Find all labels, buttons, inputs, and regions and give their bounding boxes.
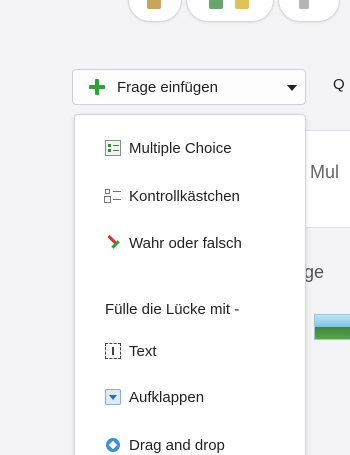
true-false-icon — [105, 235, 121, 251]
question-type-text: Mul — [310, 162, 340, 182]
question-toolbar: Frage einfügen Q — [0, 46, 350, 114]
menu-item-checkboxes[interactable]: Kontrollkästchen — [75, 179, 305, 213]
menu-item-label: Kontrollkästchen — [129, 187, 240, 205]
dropdown-icon — [105, 389, 121, 405]
checkbox-list-icon — [105, 188, 121, 204]
folder-icon-2 — [235, 0, 249, 9]
menu-item-drag-and-drop[interactable]: Drag and drop — [75, 428, 305, 455]
fill-blank-section-label: Fülle die Lücke mit - — [105, 301, 240, 318]
text-field-icon — [105, 343, 121, 359]
insert-question-label: Frage einfügen — [117, 78, 218, 96]
drag-drop-icon — [105, 437, 121, 453]
plus-icon — [89, 79, 105, 95]
top-toolbar — [0, 0, 350, 47]
insert-question-button[interactable]: Frage einfügen — [72, 69, 306, 105]
folder-icon — [147, 0, 161, 9]
monitor-icon — [209, 0, 223, 9]
menu-item-multiple-choice[interactable]: Multiple Choice — [75, 131, 305, 165]
menu-item-label: Drag and drop — [129, 436, 225, 454]
toolbar-round-button-2[interactable] — [186, 0, 274, 22]
next-toolbar-label[interactable]: Q — [333, 76, 345, 93]
insert-question-menu: Multiple Choice Kontrollkästchen Wahr od… — [74, 114, 306, 455]
menu-item-dropdown[interactable]: Aufklappen — [75, 380, 305, 414]
menu-item-label: Wahr oder falsch — [129, 234, 242, 252]
menu-item-label: Multiple Choice — [129, 139, 232, 157]
menu-item-text[interactable]: Text — [75, 334, 305, 368]
question-image — [314, 314, 350, 340]
multiple-choice-icon — [105, 140, 121, 156]
page: Frage einfügen Q Mul ge Multiple Choice … — [0, 0, 350, 455]
pencil-icon — [299, 0, 309, 9]
menu-item-label: Text — [129, 342, 157, 360]
toolbar-round-button-1[interactable] — [128, 0, 182, 22]
menu-item-label: Aufklappen — [129, 388, 205, 406]
toolbar-round-button-3[interactable] — [278, 0, 340, 22]
chevron-down-icon — [287, 85, 297, 91]
menu-item-true-false[interactable]: Wahr oder falsch — [75, 226, 305, 260]
question-text: ge — [304, 262, 325, 282]
